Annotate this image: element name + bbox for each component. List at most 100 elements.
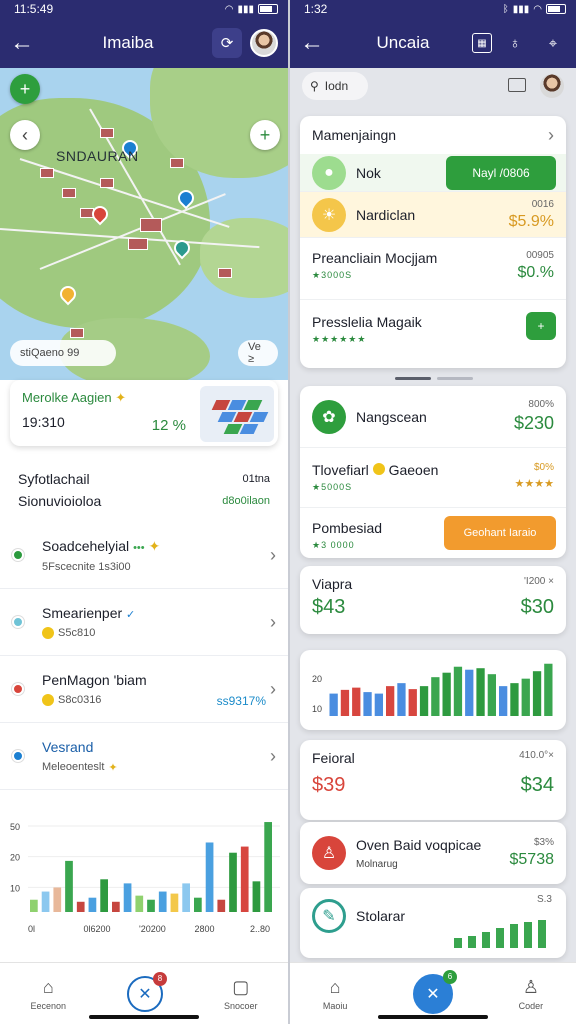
refresh-button[interactable]: ⟳ [212,28,242,58]
summary-value: d8o0ilaon [222,495,270,507]
chart-bar [252,881,261,912]
right-screen: 1:32 ᛒ ▮▮▮ ◠ ← Uncaia ▦ ♁ ⌖ ⚲ Iodn Mamen… [290,0,576,1024]
list-item-title: Soadcehelyial ••• ✦ [42,537,161,554]
value-card[interactable]: Feioral 410.0°× $39 $34 [300,740,566,820]
chart-bar [53,887,62,912]
nav-scanner[interactable]: ▢ Snocoer [224,977,258,1011]
zoom-in-button[interactable]: + [250,120,280,150]
list-item[interactable]: Vesrand Meleoenteslt ✦ › [0,723,288,790]
plus-icon: + [537,319,545,333]
primary-button[interactable]: Nayl /0806 [446,155,556,190]
card-row[interactable]: NangsceanTlovefiarl Gaeoen ★5000S $0%★★★… [300,448,566,508]
chart-bar [487,674,496,716]
card-view-icon[interactable] [508,78,526,92]
home-indicator [89,1015,199,1019]
nav-center-button[interactable]: ✕ 6 [413,969,457,1014]
search-input[interactable]: ⚲ Iodn [302,72,368,100]
wifi-icon: ◠ [533,3,542,15]
summary-section: Syfotlachail 01tna Sionuvioioloa d8o0ila… [18,468,270,512]
calendar-icon: ▦ [477,37,487,49]
list-item-value: ss9317% [216,694,266,708]
nav-home[interactable]: ⌂ Maoiu [323,977,348,1011]
chevron-right-icon: › [270,678,276,699]
home-icon: ⌂ [329,976,341,997]
map-back-button[interactable]: ‹ [10,120,40,150]
list-item-sub: S5c810 [58,627,96,639]
card-row[interactable]: ● Nok Nayl /0806 [300,154,566,192]
project-card[interactable]: ✎ Stolarar S.3 [300,888,566,958]
chevron-right-icon: › [270,544,276,565]
chart-bar [340,689,350,716]
card-row[interactable]: Pombesiad ★3 0000 Geohant Iaraio [300,508,566,558]
status-dot [12,549,24,561]
wifi-icon: ◠ [224,3,234,15]
coin-icon [42,627,54,639]
chart-bar [386,686,395,716]
chart-bar [182,883,190,912]
project-card[interactable]: ♙ Oven Baid voqpicae Molnarug $3% $5738 [300,822,566,884]
chart-bar [170,893,179,912]
card-row[interactable]: ☀ Nardiclan 0016 $5.9% [300,192,566,238]
chart-bar [240,846,249,912]
card-row[interactable]: Preancliain Mocjjam ★3000S 00905 $0.% [300,238,566,300]
tools-icon: ✎ [312,899,346,933]
page-indicator [395,377,473,380]
add-location-button[interactable]: + [10,74,40,104]
nav-profile[interactable]: ♙ Coder [519,977,544,1011]
list-item[interactable]: Smearienper ✓ S5c810 › [0,589,288,656]
status-time: 1:32 [304,2,328,16]
avatar[interactable] [250,29,278,57]
y-tick-label: 50 [10,822,20,832]
map-view[interactable]: + SNDAURAN ‹ + stiQaeno 99 Ve ≥ [0,68,288,380]
y-tick-label: 20 [10,853,20,863]
location-button[interactable]: ⌖ [538,28,568,58]
back-arrow-icon[interactable]: ← [0,29,44,57]
scanner-icon: ▢ [232,976,250,997]
list-item[interactable]: PenMagon 'biam S8c0316 › ss9317% [0,656,288,723]
list-item[interactable]: Soadcehelyial ••• ✦ 5Fscecnite 1s3i00 › [0,522,288,589]
list-item-title: Vesrand [42,738,94,755]
status-dot [12,616,24,628]
status-dot [12,750,24,762]
notification-button[interactable]: ♁ [500,28,530,58]
bell-icon: ♁ [509,34,521,52]
list-item-title: Smearienper ✓ [42,605,136,621]
map-label: SNDAURAN [56,148,139,164]
action-button[interactable]: Geohant Iaraio [444,516,556,550]
chart-bar [544,663,553,716]
mini-bar-chart [454,920,546,948]
tools-icon: ✕ [138,985,152,1003]
chart-bar [499,686,508,716]
back-arrow-icon[interactable]: ← [290,29,334,57]
nav-home[interactable]: ⌂ Eecenon [30,977,66,1011]
sprout-icon: ✿ [312,399,346,434]
card-row[interactable]: ✿ Nangscean 800% $230 [300,386,566,448]
chart-bar [329,693,338,716]
status-dot [12,683,24,695]
chart-bar [123,883,132,912]
chart-bar [397,683,406,716]
add-button[interactable]: + [526,312,556,340]
nav-center-button[interactable]: ✕ 8 [126,971,167,1012]
tools-icon: ✕ [426,985,440,1003]
card-header[interactable]: Mamenjaingn › [300,116,566,154]
card-row[interactable]: Presslelia Magaik ★★★★★★ + [300,300,566,368]
map-land [200,218,288,298]
worker-icon: ♙ [312,836,346,870]
chart-bar [465,669,474,716]
avatar[interactable] [538,72,566,100]
map-zoom-pill[interactable]: Ve ≥ [238,340,278,366]
star-icon: ✦ [108,761,118,774]
overview-card: Mamenjaingn › ● Nok Nayl /0806 ☀ Nardicl… [300,116,566,368]
item-list: Soadcehelyial ••• ✦ 5Fscecnite 1s3i00 › … [0,522,288,790]
map-filter-pill[interactable]: stiQaeno 99 [10,340,116,366]
metric-card[interactable]: Merolke Aagien ✦ 19:310 12 % [10,380,278,446]
calendar-button[interactable]: ▦ [472,33,492,53]
value-card[interactable]: Viapra 'I200 × $43 $30 [300,566,566,634]
x-tick-label: 2..80 [250,924,270,934]
plus-icon: + [259,124,271,145]
chart-bar [431,677,440,716]
projects-card: ✿ Nangscean 800%$230 NangsceanTlovefiarl… [300,386,566,558]
chart-bar [408,689,417,716]
chart-bar [374,693,383,716]
